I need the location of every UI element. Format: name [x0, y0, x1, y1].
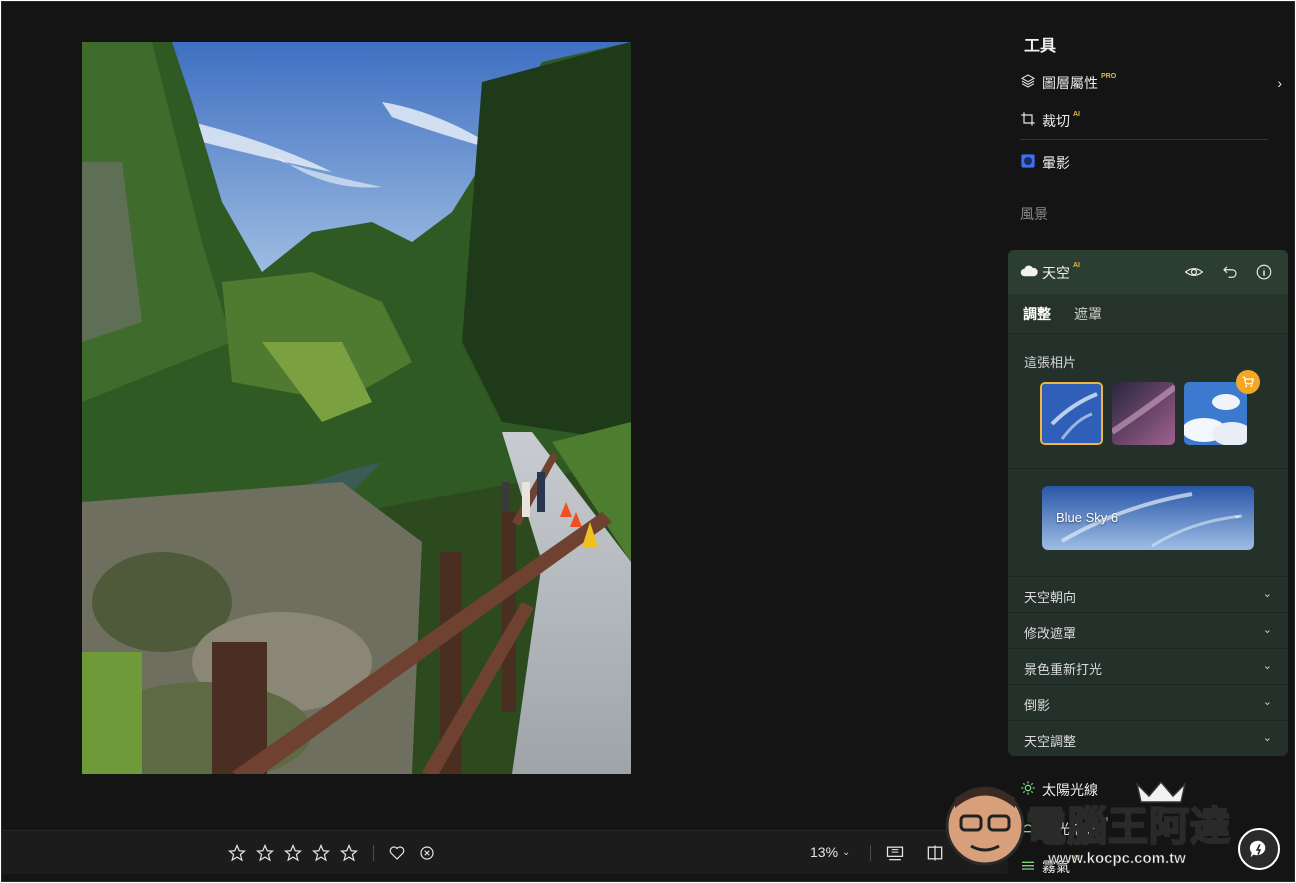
chevron-down-icon: ⌄	[1262, 696, 1272, 708]
rating-stars	[226, 842, 360, 864]
this-photo-label: 這張相片	[1024, 355, 1077, 370]
sky-card-header[interactable]: 天空 AI	[1008, 250, 1288, 294]
sky-thumbnail-clouds[interactable]	[1184, 382, 1247, 445]
watermark-url: www.kocpc.com.tw	[1048, 850, 1186, 868]
star-icon[interactable]	[254, 842, 276, 864]
photo-canvas[interactable]	[82, 42, 631, 774]
info-icon[interactable]	[1254, 262, 1274, 282]
layers-icon	[1020, 73, 1036, 94]
accordion-label: 天空調整	[1024, 734, 1077, 749]
ai-badge: AI	[1073, 262, 1080, 269]
watermark-text: 電腦王阿達	[1025, 804, 1231, 850]
star-icon[interactable]	[226, 842, 248, 864]
chevron-down-icon: ⌄	[1262, 588, 1272, 600]
sky-preset-name: Blue Sky 6	[1056, 510, 1119, 525]
reject-icon[interactable]	[416, 842, 438, 864]
preview-eye-icon[interactable]	[964, 842, 986, 864]
tool-layer-properties[interactable]: 圖層屬性 PRO ›	[1020, 69, 1282, 97]
star-icon[interactable]	[282, 842, 304, 864]
ai-badge: AI	[1073, 111, 1080, 118]
tool-vignette[interactable]: 暈影	[1020, 149, 1282, 177]
chat-button[interactable]	[1238, 828, 1280, 870]
fog-icon	[1020, 857, 1036, 878]
accordion-sky-adjust[interactable]: 天空調整 ⌄	[1008, 720, 1288, 756]
category-label: 風景	[1020, 206, 1048, 222]
chevron-down-icon: ⌄	[842, 846, 851, 858]
sky-thumbnail-blue[interactable]	[1040, 382, 1103, 445]
chevron-down-icon: ⌄	[1262, 624, 1272, 636]
accordion-reflection[interactable]: 倒影 ⌄	[1008, 684, 1288, 720]
tools-panel: 工具 圖層屬性 PRO › 裁切 AI 暈影 風景 天空 AI 調整 遮罩 這張…	[1008, 2, 1294, 881]
toolbar-divider	[373, 845, 374, 861]
tab-mask[interactable]: 遮罩	[1074, 304, 1102, 324]
tool-label: 裁切	[1042, 113, 1070, 129]
chevron-down-icon: ⌄	[1262, 660, 1272, 672]
chevron-down-icon: ⌄	[1232, 509, 1242, 521]
cloud-icon	[1020, 264, 1038, 283]
accordion-sky-orientation[interactable]: 天空朝向 ⌄	[1008, 576, 1288, 612]
sky-tabs: 調整 遮罩	[1008, 294, 1288, 334]
zoom-value: 13%	[810, 844, 839, 860]
toolbar-divider	[870, 845, 871, 861]
accordion-label: 景色重新打光	[1024, 662, 1103, 677]
sky-tool-card: 天空 AI 調整 遮罩 這張相片 Blue Sky 6 ⌄ 天空朝向 ⌄ 修改遮…	[1008, 250, 1288, 756]
heart-icon[interactable]	[386, 842, 408, 864]
sky-title: 天空	[1042, 265, 1070, 281]
tool-label: 圖層屬性	[1042, 75, 1098, 91]
tool-crop[interactable]: 裁切 AI	[1020, 107, 1282, 135]
accordion-label: 倒影	[1024, 698, 1051, 713]
cart-icon[interactable]	[1236, 370, 1260, 394]
fit-screen-icon[interactable]	[884, 842, 906, 864]
accordion-relight[interactable]: 景色重新打光 ⌄	[1008, 648, 1288, 684]
panel-title: 工具	[1024, 38, 1057, 55]
chevron-right-icon: ›	[1277, 75, 1282, 91]
accordion-label: 天空朝向	[1024, 590, 1077, 605]
vignette-icon	[1020, 153, 1036, 174]
sky-preset-dropdown[interactable]: Blue Sky 6 ⌄	[1042, 486, 1254, 550]
divider	[1020, 139, 1268, 140]
tab-adjust[interactable]: 調整	[1023, 304, 1051, 324]
divider	[1008, 468, 1288, 469]
star-icon[interactable]	[338, 842, 360, 864]
accordion-label: 修改遮罩	[1024, 626, 1077, 641]
star-icon[interactable]	[310, 842, 332, 864]
sky-thumbnail-galaxy[interactable]	[1112, 382, 1175, 445]
visibility-eye-icon[interactable]	[1184, 262, 1204, 282]
compare-icon[interactable]	[924, 842, 946, 864]
app-window: 13% ⌄ 工具 圖層屬性 PRO › 裁切 AI 暈影 風景 天空 AI 調整…	[1, 1, 1295, 882]
crop-icon	[1020, 111, 1036, 132]
accordion-edit-mask[interactable]: 修改遮罩 ⌄	[1008, 612, 1288, 648]
bottom-toolbar: 13% ⌄	[2, 830, 1008, 874]
undo-icon[interactable]	[1220, 262, 1240, 282]
chat-icon	[1249, 840, 1266, 858]
zoom-dropdown[interactable]: 13% ⌄	[810, 844, 850, 860]
tool-label: 暈影	[1042, 155, 1070, 171]
pro-badge: PRO	[1101, 73, 1117, 80]
chevron-down-icon: ⌄	[1262, 732, 1272, 744]
